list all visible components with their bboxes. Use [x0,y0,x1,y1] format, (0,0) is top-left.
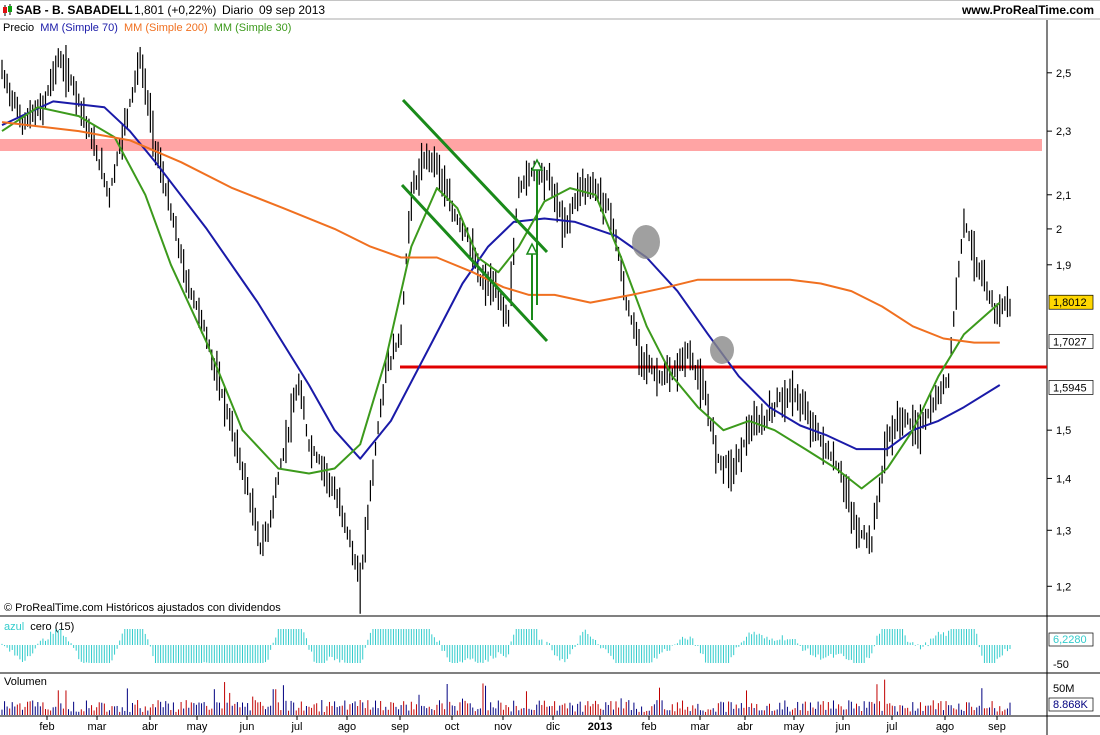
volume-tick-50m: 50M [1053,683,1074,695]
x-tick-label: mar [691,721,710,733]
date-label: 09 sep 2013 [259,3,325,17]
y-tick-label: 1,9 [1056,260,1071,272]
x-tick-label: abr [142,721,158,733]
series-line-1 [1,100,1001,460]
x-tick-label: may [784,721,805,733]
x-tick-label: nov [494,721,512,733]
x-tick-label: jul [885,721,897,733]
target-arrow-short-head [525,242,539,255]
last-price: 1,801 (+0,22%) [134,3,216,17]
x-tick-label: jun [835,721,851,733]
gap-marker-1 [632,225,660,259]
price-bars [1,44,1011,614]
volume-label: Volumen [4,676,47,688]
x-tick-label: feb [39,721,54,733]
x-tick-label: may [187,721,208,733]
legend-ma30: MM (Simple 30) [214,22,292,34]
price-label: 1,5945 [1053,382,1087,394]
series-layer [1,44,1011,614]
legend-ma200: MM (Simple 200) [124,22,208,34]
x-tick-label: ago [936,721,954,733]
price-label: 1,7027 [1053,336,1087,348]
oscillator-label: azul cero (15) [4,621,74,633]
chart-canvas: SAB - B. SABADELL 1,801 (+0,22%) Diario … [0,0,1100,735]
candle-icon [3,4,12,16]
x-tick-label: dic [546,721,561,733]
osc-value: 6,2280 [1053,634,1087,646]
y-tick-label: 2 [1056,224,1062,236]
ticker-title: SAB - B. SABADELL [16,3,133,17]
price-axis: 2,5 2,3 2,1 2 1,9 1,5 1,4 1,3 1,2 1,8012 1,7027 1,5… [1047,68,1094,593]
triangle-upper-line [401,98,549,254]
volume-value: 8.868K [1053,699,1089,711]
y-tick-label: 2,1 [1056,190,1071,202]
y-tick-label: 2,5 [1056,68,1071,80]
oscillator-name: azul [4,621,24,633]
x-tick-label: oct [445,721,460,733]
legend: Precio MM (Simple 70) MM (Simple 200) MM… [3,22,291,34]
x-tick-label: 2013 [588,721,612,733]
gap-marker-2 [710,336,734,364]
x-tick-label: ago [338,721,356,733]
y-tick-label: 1,4 [1056,473,1071,485]
time-axis: feb mar abr may jun jul ago sep oct nov dic 2013 feb… [39,716,1006,733]
period-label: Diario [222,3,254,17]
triangle-lower-line [400,183,549,343]
x-tick-label: sep [391,721,409,733]
volume-bars [1,679,1011,715]
y-tick-label: 2,3 [1056,126,1071,138]
legend-price: Precio [3,22,34,34]
price-label: 1,8012 [1053,297,1087,309]
osc-tick-minus50: -50 [1053,659,1069,671]
y-tick-label: 1,3 [1056,525,1071,537]
legend-ma70: MM (Simple 70) [40,22,118,34]
resistance-band [0,139,1042,151]
x-tick-label: feb [641,721,656,733]
y-tick-label: 1,2 [1056,581,1071,593]
oscillator-params: cero (15) [30,621,74,633]
history-note: © ProRealTime.com Históricos ajustados c… [4,602,281,614]
x-tick-label: jul [290,721,302,733]
x-tick-label: mar [88,721,107,733]
x-tick-label: jun [239,721,255,733]
y-tick-label: 1,5 [1056,425,1071,437]
oscillator-bars [1,629,1011,663]
x-tick-label: abr [737,721,753,733]
x-tick-label: sep [988,721,1006,733]
site-label[interactable]: www.ProRealTime.com [961,3,1094,17]
target-arrow-long-head [530,158,544,171]
